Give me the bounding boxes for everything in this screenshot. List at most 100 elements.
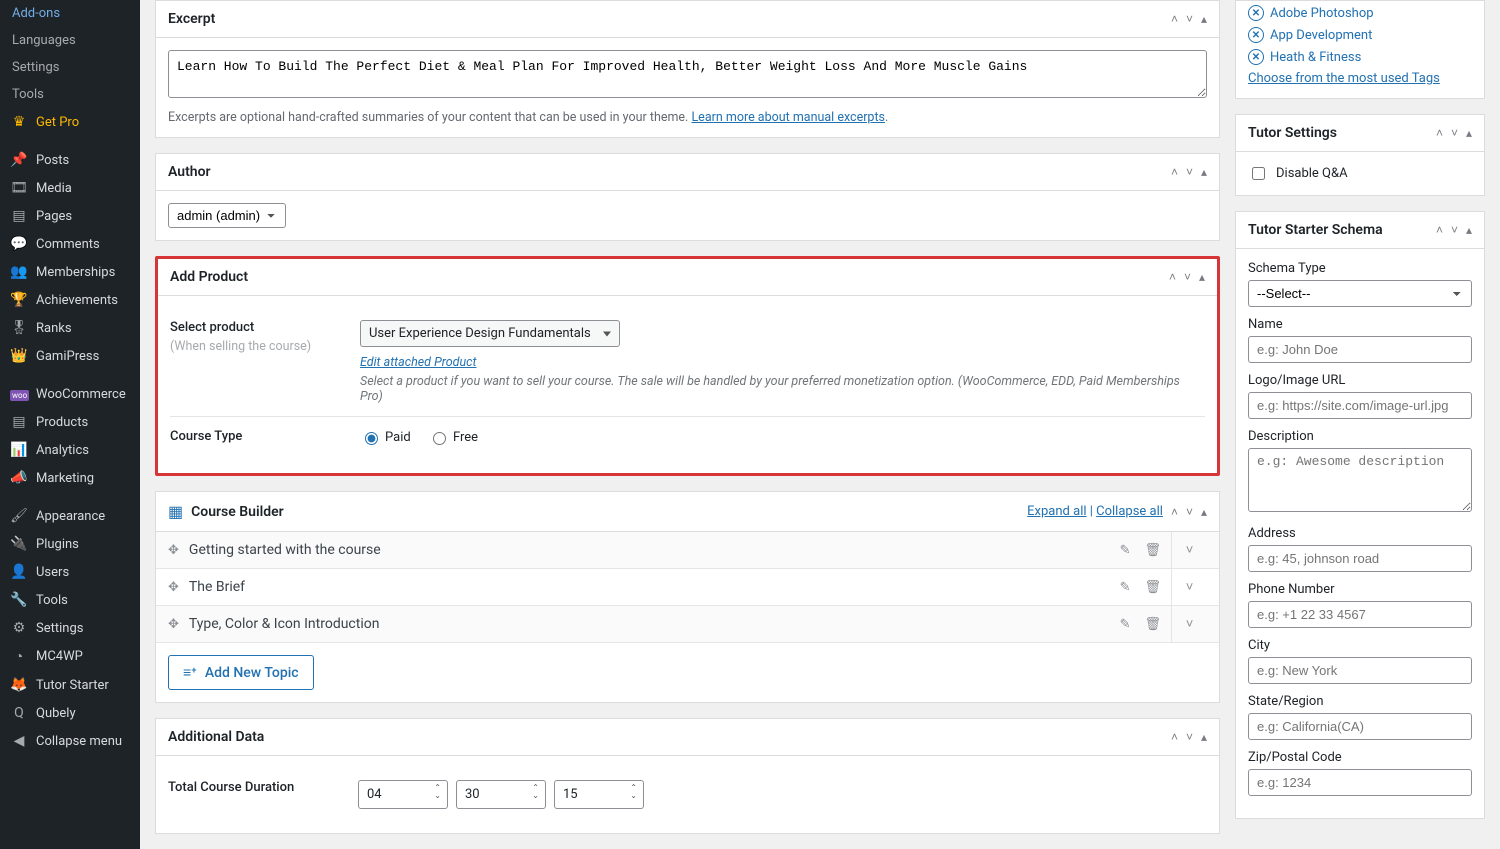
- remove-tag-icon[interactable]: ✕: [1248, 49, 1264, 65]
- sidebar-sub-item[interactable]: Tools: [0, 81, 140, 108]
- sidebar-item[interactable]: 🖌Appearance: [0, 502, 140, 530]
- chevron-down-icon[interactable]: ˅: [1171, 606, 1207, 642]
- sidebar-item[interactable]: 👑GamiPress: [0, 342, 140, 370]
- schema-field-input[interactable]: [1248, 601, 1472, 628]
- sidebar-icon: 🏆: [10, 292, 28, 308]
- panel-down-icon[interactable]: ˅: [1184, 270, 1191, 284]
- drag-handle-icon[interactable]: ✥: [168, 617, 179, 632]
- schema-field-input[interactable]: [1248, 336, 1472, 363]
- paid-radio[interactable]: [365, 432, 378, 445]
- schema-field-input[interactable]: [1248, 713, 1472, 740]
- trash-icon[interactable]: 🗑: [1144, 580, 1161, 595]
- sidebar-sub-item[interactable]: Languages: [0, 27, 140, 54]
- panel-up-icon[interactable]: ˄: [1169, 270, 1176, 284]
- author-select[interactable]: admin (admin): [168, 203, 286, 228]
- panel-up-icon[interactable]: ˄: [1171, 505, 1178, 519]
- panel-toggle-icon[interactable]: ▴: [1199, 270, 1205, 284]
- trash-icon[interactable]: 🗑: [1144, 617, 1161, 632]
- sidebar-item[interactable]: 🦊Tutor Starter: [0, 671, 140, 699]
- duration-seconds[interactable]: 15: [554, 780, 644, 809]
- drag-handle-icon[interactable]: ✥: [168, 580, 179, 595]
- sidebar-icon: 👑: [10, 348, 28, 364]
- sidebar-item[interactable]: 🎞Media: [0, 174, 140, 202]
- panel-down-icon[interactable]: ˅: [1186, 165, 1193, 179]
- schema-type-select[interactable]: --Select--: [1248, 280, 1472, 307]
- expand-all-link[interactable]: Expand all: [1027, 504, 1086, 519]
- panel-toggle-icon[interactable]: ▴: [1201, 505, 1207, 519]
- schema-field-input[interactable]: [1248, 448, 1472, 512]
- sidebar-item[interactable]: 📣Marketing: [0, 464, 140, 492]
- panel-down-icon[interactable]: ˅: [1186, 505, 1193, 519]
- sidebar-item[interactable]: 📌Posts: [0, 146, 140, 174]
- panel-toggle-icon[interactable]: ▴: [1466, 223, 1472, 237]
- add-product-panel: Add Product ˄˅▴ Select product (When sel…: [155, 256, 1220, 476]
- sidebar-sub-item[interactable]: Settings: [0, 54, 140, 81]
- duration-minutes[interactable]: 30: [456, 780, 546, 809]
- panel-up-icon[interactable]: ˄: [1436, 126, 1443, 140]
- panel-down-icon[interactable]: ˅: [1451, 223, 1458, 237]
- panel-up-icon[interactable]: ˄: [1171, 730, 1178, 744]
- sidebar-item[interactable]: ▤Pages: [0, 202, 140, 230]
- sidebar-item[interactable]: ◔MC4WP: [0, 642, 140, 671]
- panel-toggle-icon[interactable]: ▴: [1201, 730, 1207, 744]
- sidebar-item[interactable]: 📊Analytics: [0, 436, 140, 464]
- collapse-all-link[interactable]: Collapse all: [1096, 504, 1163, 519]
- sidebar-item[interactable]: ▤Products: [0, 408, 140, 436]
- sidebar-icon: 🦊: [10, 677, 28, 693]
- schema-field-input[interactable]: [1248, 657, 1472, 684]
- panel-toggle-icon[interactable]: ▴: [1201, 12, 1207, 26]
- sidebar-get-pro[interactable]: ♛Get Pro: [0, 108, 140, 136]
- edit-icon[interactable]: ✎: [1120, 580, 1131, 595]
- sidebar-item[interactable]: 🏆Achievements: [0, 286, 140, 314]
- schema-field: Phone Number: [1248, 582, 1472, 628]
- panel-up-icon[interactable]: ˄: [1436, 223, 1443, 237]
- sidebar-item[interactable]: 🔧Tools: [0, 586, 140, 614]
- chevron-down-icon[interactable]: ˅: [1171, 532, 1207, 568]
- sidebar-item[interactable]: 🎖Ranks: [0, 314, 140, 342]
- panel-down-icon[interactable]: ˅: [1451, 126, 1458, 140]
- sidebar-icon: 💬: [10, 236, 28, 252]
- edit-icon[interactable]: ✎: [1120, 617, 1131, 632]
- tag-item[interactable]: ✕App Development: [1248, 27, 1472, 43]
- sidebar-item[interactable]: 👥Memberships: [0, 258, 140, 286]
- duration-hours[interactable]: 04: [358, 780, 448, 809]
- sidebar-item[interactable]: 👤Users: [0, 558, 140, 586]
- panel-toggle-icon[interactable]: ▴: [1466, 126, 1472, 140]
- course-type-free[interactable]: Free: [428, 429, 478, 445]
- schema-field-input[interactable]: [1248, 769, 1472, 796]
- tag-item[interactable]: ✕Adobe Photoshop: [1248, 5, 1472, 21]
- excerpt-textarea[interactable]: Learn How To Build The Perfect Diet & Me…: [168, 50, 1207, 98]
- schema-field-input[interactable]: [1248, 545, 1472, 572]
- disable-qa-checkbox[interactable]: Disable Q&A: [1248, 164, 1472, 183]
- remove-tag-icon[interactable]: ✕: [1248, 5, 1264, 21]
- sidebar-item[interactable]: QQubely: [0, 699, 140, 727]
- free-radio[interactable]: [433, 432, 446, 445]
- schema-field-input[interactable]: [1248, 392, 1472, 419]
- topic-title: Type, Color & Icon Introduction: [189, 616, 1110, 632]
- schema-field: Description: [1248, 429, 1472, 516]
- sidebar-item[interactable]: ◀Collapse menu: [0, 727, 140, 755]
- trash-icon[interactable]: 🗑: [1144, 543, 1161, 558]
- sidebar-icon: 🔌: [10, 536, 28, 552]
- panel-down-icon[interactable]: ˅: [1186, 12, 1193, 26]
- excerpt-learn-more-link[interactable]: Learn more about manual excerpts: [691, 110, 885, 125]
- sidebar-item[interactable]: 💬Comments: [0, 230, 140, 258]
- product-select[interactable]: User Experience Design Fundamentals: [360, 320, 620, 347]
- panel-toggle-icon[interactable]: ▴: [1201, 165, 1207, 179]
- tag-item[interactable]: ✕Heath & Fitness: [1248, 49, 1472, 65]
- chevron-down-icon[interactable]: ˅: [1171, 569, 1207, 605]
- panel-down-icon[interactable]: ˅: [1186, 730, 1193, 744]
- sidebar-item[interactable]: 🔌Plugins: [0, 530, 140, 558]
- edit-icon[interactable]: ✎: [1120, 543, 1131, 558]
- sidebar-item[interactable]: wooWooCommerce: [0, 380, 140, 408]
- drag-handle-icon[interactable]: ✥: [168, 543, 179, 558]
- panel-up-icon[interactable]: ˄: [1171, 12, 1178, 26]
- panel-up-icon[interactable]: ˄: [1171, 165, 1178, 179]
- remove-tag-icon[interactable]: ✕: [1248, 27, 1264, 43]
- course-type-paid[interactable]: Paid: [360, 429, 411, 445]
- sidebar-sub-item[interactable]: Add-ons: [0, 0, 140, 27]
- choose-tags-link[interactable]: Choose from the most used Tags: [1248, 71, 1440, 86]
- sidebar-item[interactable]: ⚙Settings: [0, 614, 140, 642]
- add-new-topic-button[interactable]: ≡⁺ Add New Topic: [168, 655, 314, 690]
- edit-attached-product-link[interactable]: Edit attached Product: [360, 355, 476, 370]
